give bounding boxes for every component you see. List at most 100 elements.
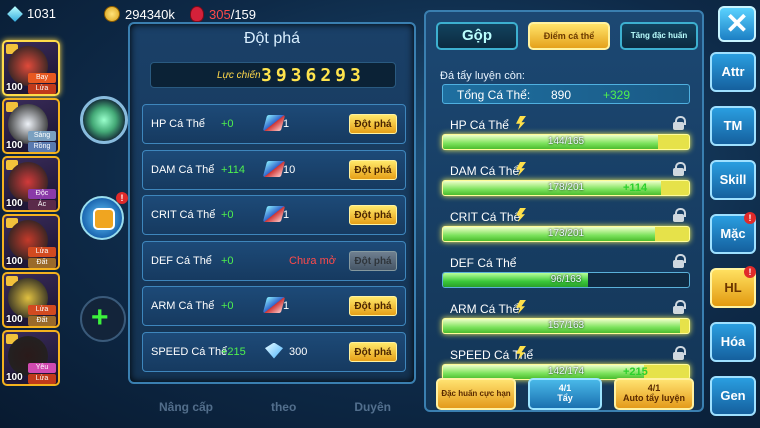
breakthrough-button[interactable]: Đột phá [349,159,397,180]
stat-name: ARM Cá Thể [151,300,215,312]
wash-button[interactable]: 4/1 Tẩy [528,378,602,410]
tab-special-training[interactable]: Tăng đặc huấn [620,22,698,50]
lock-icon[interactable] [673,208,686,222]
cost-amount: 300 [289,345,308,358]
stat-value: 157/163 [547,320,585,331]
gem-count: 1031 [27,6,56,21]
team-slot[interactable]: Lửa Đất 100 [2,214,60,270]
stat-name: CRIT Cá Thể [151,209,216,221]
team-slot[interactable]: Bay Lửa 100 [2,40,60,96]
pet-level: 100 [6,256,23,267]
stat-name: SPEED Cá Thể [151,345,228,358]
lock-icon[interactable] [673,162,686,176]
nav-label: Mặc [720,226,746,241]
notification-badge: ! [744,212,756,224]
stat-add: +114 [623,182,648,194]
team-slot[interactable]: Sáng Rồng 100 [2,98,60,154]
extreme-training-button[interactable]: Đặc huấn cực hạn [436,378,516,410]
total-individual-box: Tổng Cá Thể: 890 +329 [442,84,690,104]
breakthrough-row: ARM Cá Thể +0 1 Đột phá [142,286,406,326]
nav-label: Hóa [720,334,746,349]
pet-level: 100 [6,140,23,151]
energy-current: 305 [209,6,231,22]
stat-increase: +0 [221,254,234,267]
nav-skill-button[interactable]: Skill [710,160,756,200]
bag-button[interactable]: ! [80,192,128,240]
breakthrough-button[interactable]: Đột phá [349,114,397,134]
stat-progress-bar: 144/165 [442,134,690,150]
lock-icon[interactable] [673,346,686,360]
stat-increase: +114 [221,163,245,176]
stat-row: DAM Cá Thể 178/201 +114 [442,162,690,204]
faded-label-bond: Duyên [354,400,391,414]
notification-badge: ! [744,266,756,278]
cost-amount: 1 [283,209,290,221]
breakthrough-button[interactable]: Đột phá [349,205,397,225]
breakthrough-button[interactable]: Đột phá [349,341,397,362]
breakthrough-button[interactable]: Đột phá [349,296,397,316]
element-tag: Đất [28,316,56,326]
faded-label-upgrade: Nâng cấp [158,400,213,414]
element-tag: Lửa [28,84,56,94]
stat-row: HP Cá Thể 144/165 [442,116,690,158]
wash-count: 4/1 [558,383,572,393]
total-label: Tổng Cá Thể: [457,88,531,102]
breakthrough-row: SPEED Cá Thể +215 300 Đột phá [142,331,406,372]
close-button[interactable]: ✕ [718,6,756,42]
stat-progress-bar: 173/201 [442,226,690,242]
element-tag: Đất [28,258,56,268]
stat-name: DAM Cá Thể [151,163,215,176]
pet-level: 100 [6,82,23,93]
breakthrough-row: CRIT Cá Thể +0 1 Đột phá [142,195,406,235]
egg-icon[interactable] [80,96,128,144]
gold-counter: 294340k [104,6,175,22]
scroll-icon [262,115,286,131]
wash-label: Tẩy [557,393,573,403]
team-slot[interactable]: Yêu Lửa 100 [2,330,60,386]
faded-label-follow: theo [270,400,297,414]
tab-individual-points[interactable]: Điểm cá thể [528,22,610,50]
cost-amount: 1 [283,118,290,130]
stat-add: +215 [623,366,648,378]
total-value: 890 [551,88,572,102]
team-slot[interactable]: Độc Ác 100 [2,156,60,212]
stat-increase: +0 [221,118,234,130]
stat-increase: +0 [221,209,234,221]
element-tag: Ác [28,200,56,210]
cost-amount: 1 [283,300,290,312]
tab-merge[interactable]: Gộp [436,22,518,50]
team-slot[interactable]: Lửa Đất 100 [2,272,60,328]
lock-icon[interactable] [673,254,686,268]
stat-name: DAM Cá Thể [450,164,520,178]
stat-row: CRIT Cá Thể 173/201 [442,208,690,250]
lock-icon[interactable] [673,300,686,314]
nav-hl-button[interactable]: HL! [710,266,756,308]
breakthrough-row: DEF Cá Thể +0 Chưa mở Đột phá [142,240,406,281]
cost-amount: 10 [283,163,296,176]
nav-attr-button[interactable]: Attr [710,52,756,92]
pet-level: 100 [6,314,23,325]
lock-icon[interactable] [673,116,686,130]
breakthrough-button[interactable]: Đột phá [349,250,397,271]
stat-value: 178/201 [547,182,585,193]
locked-text: Chưa mở [289,254,336,267]
combat-power-bar: Lực chiến 3936293 [150,62,396,88]
nav-gen-button[interactable]: Gen [710,376,756,416]
add-button[interactable]: + [80,296,126,342]
nav-hóa-button[interactable]: Hóa [710,322,756,362]
stat-progress-bar: 96/163 [442,272,690,288]
potion-icon [190,6,204,22]
total-gain: +329 [603,88,631,102]
nav-tm-button[interactable]: TM [710,106,756,146]
gold-coin-icon [104,6,120,22]
element-tag: Yêu [28,363,56,373]
stat-name: ARM Cá Thể [450,302,520,316]
nav-mặc-button[interactable]: Mặc! [710,212,756,254]
scroll-icon [262,160,286,177]
scroll-icon [262,206,286,222]
element-tag: Bay [28,73,56,83]
auto-wash-button[interactable]: 4/1 Auto tẩy luyện [614,378,694,410]
stat-value: 142/174 [547,366,585,377]
nav-label: HL [724,280,742,295]
gem-icon [7,5,23,22]
